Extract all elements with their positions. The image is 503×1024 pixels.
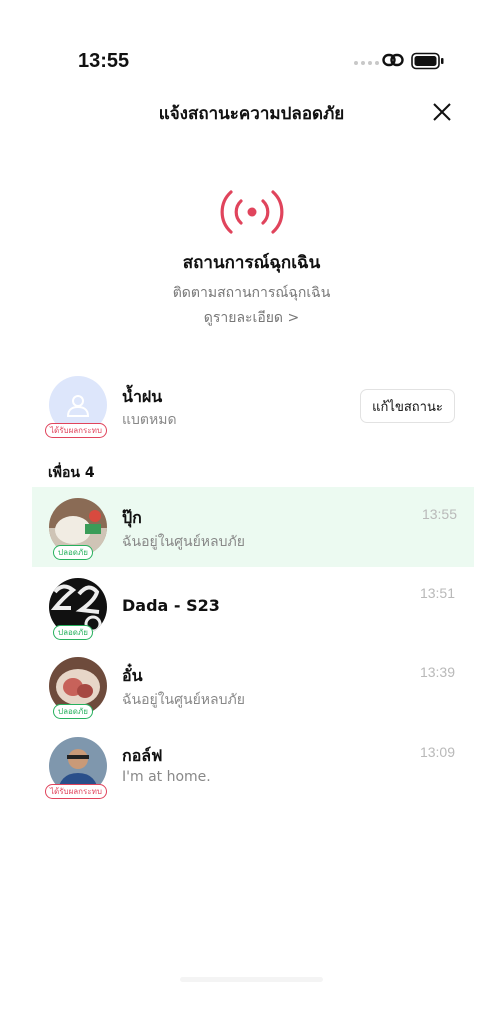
friend-message: ฉันอยู่ในศูนย์หลบภัย	[122, 534, 245, 550]
avatar-wrap: ได้รับผลกระทบ	[45, 737, 108, 799]
avatar-wrap: ปลอดภัย	[48, 657, 108, 719]
friend-message: I'm at home.	[122, 769, 211, 785]
edit-status-button[interactable]: แก้ไขสถานะ	[360, 389, 455, 423]
list-item[interactable]: ปลอดภัย อั๋น ฉันอยู่ในศูนย์หลบภัย 13:39	[0, 647, 503, 727]
emergency-subtitle: ติดตามสถานการณ์ฉุกเฉิน	[172, 285, 331, 301]
status-badge: ปลอดภัย	[53, 704, 93, 719]
status-badge: ปลอดภัย	[53, 545, 93, 560]
status-time: 13:55	[78, 50, 130, 72]
status-badge: ได้รับผลกระทบ	[45, 784, 107, 799]
signal-dots-icon	[354, 61, 379, 65]
friend-name: กอล์ฟ	[122, 746, 163, 765]
friends-list: ปลอดภัย ปุ๊ก ฉันอยู่ในศูนย์หลบภัย 13:55 …	[0, 487, 503, 807]
my-status-row: ได้รับผลกระทบ น้ำฝน แบตหมด แก้ไขสถานะ	[0, 372, 503, 442]
status-badge: ได้รับผลกระทบ	[45, 423, 107, 438]
avatar-wrap: ปลอดภัย	[48, 498, 108, 560]
header: แจ้งสถานะความปลอดภัย	[0, 90, 503, 134]
link-icon	[382, 53, 404, 67]
friend-time: 13:39	[419, 664, 455, 680]
status-badge: ปลอดภัย	[53, 625, 93, 640]
friend-time: 13:55	[421, 506, 457, 522]
my-avatar-wrap: ได้รับผลกระทบ	[45, 376, 108, 438]
person-icon	[66, 395, 90, 417]
close-icon	[433, 103, 451, 121]
list-item[interactable]: ปลอดภัย ปุ๊ก ฉันอยู่ในศูนย์หลบภัย 13:55	[32, 487, 474, 567]
emergency-section: สถานการณ์ฉุกเฉิน ติดตามสถานการณ์ฉุกเฉิน …	[0, 186, 503, 329]
friend-time: 13:09	[419, 744, 455, 760]
list-item[interactable]: ได้รับผลกระทบ กอล์ฟ I'm at home. 13:09	[0, 727, 503, 807]
friend-name: ปุ๊ก	[122, 508, 142, 527]
friend-time: 13:51	[419, 585, 455, 601]
friends-header: เพื่อน 4	[48, 465, 95, 481]
close-button[interactable]	[428, 98, 456, 126]
friend-name: Dada - S23	[122, 596, 220, 615]
friend-message: ฉันอยู่ในศูนย์หลบภัย	[122, 692, 245, 708]
status-bar: 13:55	[0, 0, 503, 90]
friend-name: อั๋น	[122, 666, 143, 685]
my-name: น้ำฝน	[122, 387, 163, 406]
broadcast-icon	[220, 190, 283, 234]
emergency-title: สถานการณ์ฉุกเฉิน	[182, 253, 321, 273]
battery-icon	[411, 52, 444, 70]
list-item[interactable]: ปลอดภัย Dada - S23 13:51	[0, 567, 503, 647]
avatar-wrap: ปลอดภัย	[48, 578, 108, 640]
details-link[interactable]: ดูรายละเอียด >	[204, 307, 299, 329]
home-indicator	[180, 977, 323, 982]
my-status-text: แบตหมด	[122, 412, 177, 428]
